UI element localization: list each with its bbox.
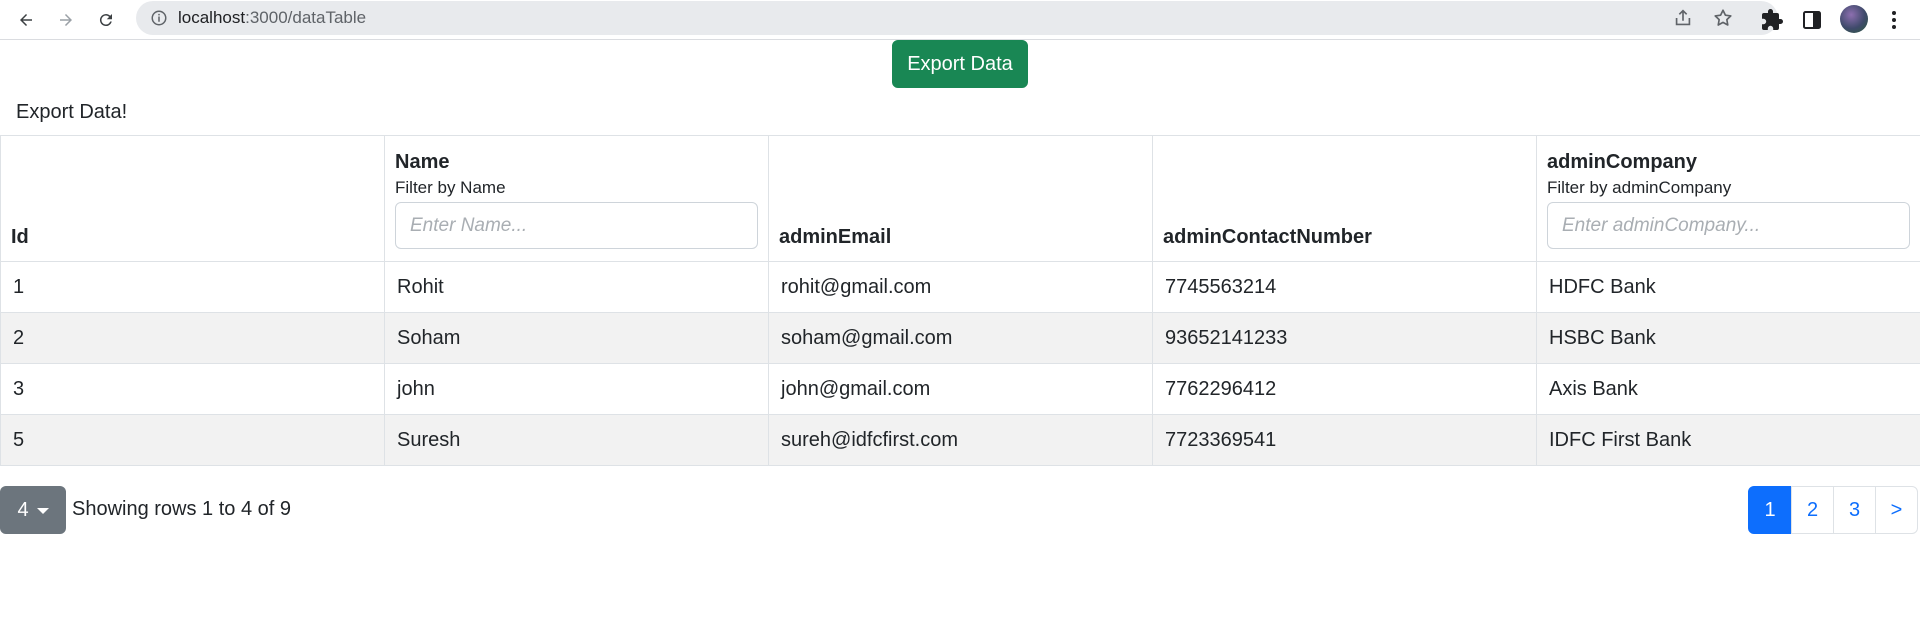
reload-button[interactable] [90, 4, 122, 36]
table-header-row: Id Name Filter by Name adminEmail adminC… [0, 135, 1920, 262]
pagination: 1 2 3 > [1748, 486, 1918, 534]
cell-company: HDFC Bank [1536, 261, 1920, 313]
share-icon[interactable] [1672, 7, 1694, 29]
cell-company: HSBC Bank [1536, 312, 1920, 364]
company-filter-input[interactable] [1547, 202, 1910, 249]
cell-email: soham@gmail.com [768, 312, 1153, 364]
address-bar[interactable]: localhost:3000/dataTable [136, 1, 1778, 35]
column-header-id[interactable]: Id [0, 135, 385, 262]
page-link-2[interactable]: 2 [1791, 486, 1834, 534]
page-size-dropdown[interactable]: 4 [0, 486, 66, 534]
extensions-icon[interactable] [1760, 8, 1784, 32]
browser-toolbar: localhost:3000/dataTable [0, 0, 1920, 40]
forward-button[interactable] [50, 4, 82, 36]
cell-name: john [384, 363, 769, 415]
cell-email: john@gmail.com [768, 363, 1153, 415]
cell-name: Rohit [384, 261, 769, 313]
cell-contact: 7745563214 [1152, 261, 1537, 313]
info-icon[interactable] [150, 9, 168, 27]
column-header-email[interactable]: adminEmail [768, 135, 1153, 262]
page-link-next[interactable]: > [1875, 486, 1918, 534]
profile-avatar[interactable] [1840, 5, 1868, 33]
cell-contact: 93652141233 [1152, 312, 1537, 364]
column-header-contact[interactable]: adminContactNumber [1152, 135, 1537, 262]
back-button[interactable] [10, 4, 42, 36]
table-row: 1 Rohit rohit@gmail.com 7745563214 HDFC … [0, 261, 1920, 313]
side-panel-icon[interactable] [1800, 8, 1824, 32]
more-menu-icon[interactable] [1882, 8, 1906, 32]
cell-id: 3 [0, 363, 385, 415]
cell-contact: 7762296412 [1152, 363, 1537, 415]
export-data-button[interactable]: Export Data [892, 40, 1028, 88]
cell-contact: 7723369541 [1152, 414, 1537, 466]
url-text: localhost:3000/dataTable [178, 8, 367, 27]
page-link-1[interactable]: 1 [1748, 486, 1792, 534]
cell-name: Suresh [384, 414, 769, 466]
column-header-name[interactable]: Name Filter by Name [384, 135, 769, 262]
arrow-right-icon [60, 14, 72, 26]
cell-company: Axis Bank [1536, 363, 1920, 415]
filter-label-company: Filter by adminCompany [1547, 178, 1732, 197]
cell-id: 2 [0, 312, 385, 364]
export-heading: Export Data! [16, 101, 128, 123]
pagination-summary: Showing rows 1 to 4 of 9 [72, 498, 292, 520]
cell-email: sureh@idfcfirst.com [768, 414, 1153, 466]
bookmark-star-icon[interactable] [1712, 7, 1734, 29]
cell-email: rohit@gmail.com [768, 261, 1153, 313]
filter-label-name: Filter by Name [395, 178, 506, 197]
cell-name: Soham [384, 312, 769, 364]
caret-down-icon [36, 508, 49, 514]
table-row: 3 john john@gmail.com 7762296412 Axis Ba… [0, 363, 1920, 415]
data-table: Id Name Filter by Name adminEmail adminC… [0, 135, 1920, 466]
name-filter-input[interactable] [395, 202, 758, 249]
reload-icon [99, 14, 112, 27]
page-link-3[interactable]: 3 [1833, 486, 1876, 534]
cell-company: IDFC First Bank [1536, 414, 1920, 466]
arrow-left-icon [20, 14, 32, 26]
cell-id: 1 [0, 261, 385, 313]
cell-id: 5 [0, 414, 385, 466]
column-header-company[interactable]: adminCompany Filter by adminCompany [1536, 135, 1920, 262]
table-row: 5 Suresh sureh@idfcfirst.com 7723369541 … [0, 414, 1920, 466]
table-row: 2 Soham soham@gmail.com 93652141233 HSBC… [0, 312, 1920, 364]
